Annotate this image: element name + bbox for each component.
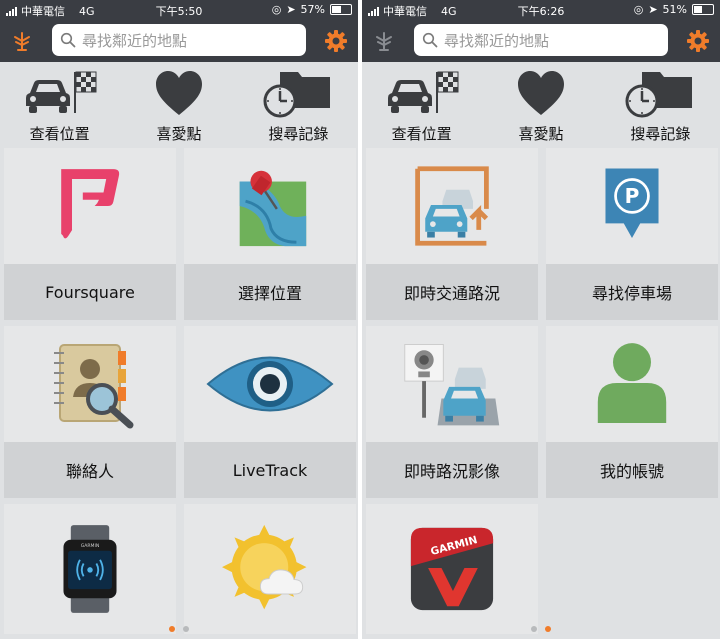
app-logo-icon[interactable] bbox=[372, 29, 396, 53]
page-indicator bbox=[0, 626, 358, 632]
app-tile[interactable]: 選擇位置 bbox=[184, 148, 356, 320]
clock: 下午5:50 bbox=[155, 5, 203, 18]
app-bar: 尋找鄰近的地點 bbox=[362, 20, 720, 62]
traffic-icon bbox=[366, 148, 538, 264]
eye-icon bbox=[184, 326, 356, 442]
map-pin-icon bbox=[184, 148, 356, 264]
weather-icon bbox=[184, 504, 356, 634]
app-tile[interactable] bbox=[184, 504, 356, 634]
app-tile-label: 聯絡人 bbox=[4, 442, 176, 498]
app-tile[interactable]: P 尋找停車場 bbox=[546, 148, 718, 320]
quick-item-favorites[interactable]: 喜愛點 bbox=[119, 62, 238, 148]
app-tile[interactable]: LiveTrack bbox=[184, 326, 356, 498]
quick-item-view-location[interactable]: 查看位置 bbox=[362, 62, 481, 148]
battery-percent: 57% bbox=[300, 3, 325, 16]
battery-percent: 51% bbox=[662, 3, 687, 16]
quick-item-history[interactable]: 搜尋記錄 bbox=[601, 62, 720, 148]
history-folder-icon bbox=[625, 72, 693, 118]
app-tile[interactable]: 聯絡人 bbox=[4, 326, 176, 498]
quick-label: 喜愛點 bbox=[518, 125, 564, 143]
phone-screen-1: 中華電信 4G 下午5:50 ◎ ➤ 57% 尋找鄰近的地點 查看位置 喜愛點 … bbox=[0, 0, 358, 639]
svg-text:GARMIN: GARMIN bbox=[81, 543, 100, 549]
lock-rotation-icon: ◎ bbox=[271, 3, 282, 16]
app-tile-label: 我的帳號 bbox=[546, 442, 718, 498]
app-logo-icon[interactable] bbox=[10, 29, 34, 53]
lock-rotation-icon: ◎ bbox=[633, 3, 644, 16]
contacts-icon bbox=[4, 326, 176, 442]
quick-label: 喜愛點 bbox=[156, 125, 202, 143]
garmin-app-icon: GARMIN bbox=[366, 504, 538, 634]
page-indicator bbox=[362, 626, 720, 632]
page-dot-1[interactable] bbox=[531, 626, 537, 632]
car-flag-icon bbox=[387, 71, 459, 113]
quick-label: 查看位置 bbox=[391, 125, 452, 143]
app-tile[interactable]: 即時交通路況 bbox=[366, 148, 538, 320]
page-dot-1[interactable] bbox=[169, 626, 175, 632]
gear-icon[interactable] bbox=[686, 29, 710, 53]
app-tile[interactable]: GARMIN bbox=[366, 504, 538, 634]
quick-label: 搜尋記錄 bbox=[630, 125, 691, 143]
history-folder-icon bbox=[263, 72, 331, 118]
app-tile-label: 選擇位置 bbox=[184, 264, 356, 320]
search-placeholder: 尋找鄰近的地點 bbox=[444, 31, 550, 50]
traffic-camera-icon bbox=[366, 326, 538, 442]
app-tile[interactable]: GARMIN bbox=[4, 504, 176, 634]
page-dot-2[interactable] bbox=[183, 626, 189, 632]
search-bar[interactable]: 尋找鄰近的地點 bbox=[414, 24, 668, 56]
app-tile-label: LiveTrack bbox=[184, 442, 356, 498]
status-bar: 中華電信 4G 下午5:50 ◎ ➤ 57% bbox=[0, 0, 358, 20]
gear-icon[interactable] bbox=[324, 29, 348, 53]
app-tile[interactable]: Foursquare bbox=[4, 148, 176, 320]
account-icon bbox=[546, 326, 718, 442]
status-bar: 中華電信 4G 下午6:26 ◎ ➤ 51% bbox=[362, 0, 720, 20]
clock: 下午6:26 bbox=[517, 5, 565, 18]
app-tile[interactable]: 即時路況影像 bbox=[366, 326, 538, 498]
parking-icon: P bbox=[546, 148, 718, 264]
search-icon bbox=[422, 32, 438, 48]
battery-icon bbox=[692, 4, 714, 15]
app-tile-label: 尋找停車場 bbox=[546, 264, 718, 320]
quick-access-row: 查看位置 喜愛點 搜尋記錄 bbox=[362, 62, 720, 148]
search-icon bbox=[60, 32, 76, 48]
battery-icon bbox=[330, 4, 352, 15]
location-arrow-icon: ➤ bbox=[286, 3, 296, 16]
quick-label: 搜尋記錄 bbox=[268, 125, 329, 143]
heart-icon bbox=[155, 71, 202, 115]
app-bar: 尋找鄰近的地點 bbox=[0, 20, 358, 62]
quick-item-favorites[interactable]: 喜愛點 bbox=[481, 62, 600, 148]
quick-item-view-location[interactable]: 查看位置 bbox=[0, 62, 119, 148]
phone-screen-2: 中華電信 4G 下午6:26 ◎ ➤ 51% 尋找鄰近的地點 查看位置 喜愛點 … bbox=[362, 0, 720, 639]
app-tile[interactable]: 我的帳號 bbox=[546, 326, 718, 498]
location-arrow-icon: ➤ bbox=[648, 3, 658, 16]
foursquare-icon bbox=[4, 148, 176, 264]
quick-item-history[interactable]: 搜尋記錄 bbox=[239, 62, 358, 148]
search-bar[interactable]: 尋找鄰近的地點 bbox=[52, 24, 306, 56]
smartwatch-icon: GARMIN bbox=[4, 504, 176, 634]
app-tile-label: 即時交通路況 bbox=[366, 264, 538, 320]
search-placeholder: 尋找鄰近的地點 bbox=[82, 31, 188, 50]
car-flag-icon bbox=[25, 71, 97, 113]
page-dot-2[interactable] bbox=[545, 626, 551, 632]
quick-label: 查看位置 bbox=[29, 125, 90, 143]
svg-text:P: P bbox=[625, 184, 640, 208]
quick-access-row: 查看位置 喜愛點 搜尋記錄 bbox=[0, 62, 358, 148]
app-tile-label: Foursquare bbox=[4, 264, 176, 320]
heart-icon bbox=[517, 71, 564, 115]
app-tile-label: 即時路況影像 bbox=[366, 442, 538, 498]
